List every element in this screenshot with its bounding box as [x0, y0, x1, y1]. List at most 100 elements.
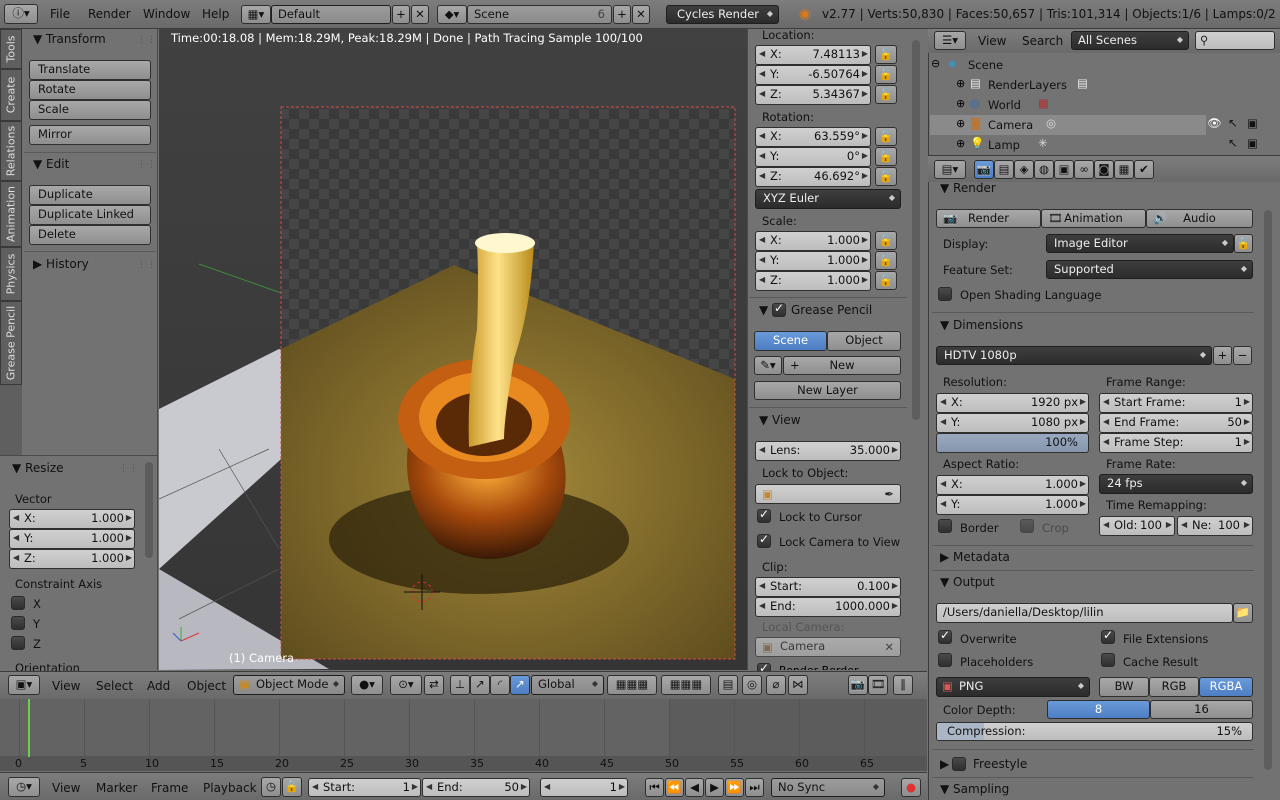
- mirror-button[interactable]: Mirror: [29, 125, 151, 145]
- rotation-y-field[interactable]: ◀ Y: 0° ▶: [755, 147, 871, 167]
- resolution-x-field[interactable]: ◀ X: 1920 px ▶: [936, 393, 1089, 413]
- layer-lock-icon[interactable]: ▤: [718, 675, 738, 695]
- local-camera-field[interactable]: ▣ Camera ✕: [755, 637, 901, 657]
- location-y-field[interactable]: ◀ Y: -6.50764 ▶: [755, 65, 871, 85]
- timeline-menu-frame[interactable]: Frame: [151, 781, 188, 795]
- constraint-x-checkbox[interactable]: [11, 596, 25, 610]
- opengl-render-icon[interactable]: 📷: [848, 675, 868, 695]
- outliner-search-input[interactable]: ⚲: [1195, 31, 1275, 50]
- interaction-mode-select[interactable]: ▣ Object Mode ◆: [233, 675, 345, 695]
- pivot-point-select[interactable]: ⊙▾: [390, 675, 422, 695]
- outliner-item-lamp[interactable]: Lamp: [988, 138, 1020, 152]
- outliner-menu-search[interactable]: Search: [1022, 34, 1063, 48]
- outliner-menu-view[interactable]: View: [978, 34, 1006, 48]
- view3d-editor-type-menu[interactable]: ▣▾: [8, 675, 40, 695]
- tree-expand-icon[interactable]: ⊕: [956, 97, 965, 110]
- scene-name-field[interactable]: Scene 6: [467, 5, 612, 24]
- jump-end-icon[interactable]: ⏭: [745, 778, 764, 797]
- proportional-edit-icon[interactable]: ◎: [742, 675, 762, 695]
- scale-manipulator-icon[interactable]: ◜: [490, 675, 510, 695]
- current-frame-indicator[interactable]: [28, 699, 30, 757]
- compression-slider[interactable]: Compression: 15%: [936, 722, 1253, 741]
- freestyle-checkbox[interactable]: [952, 757, 966, 771]
- animation-button[interactable]: 🎞 Animation: [1041, 209, 1146, 228]
- jump-keyframe-forward-icon[interactable]: ⏩: [725, 778, 744, 797]
- outliner-editor-type-menu[interactable]: ☰▾: [934, 31, 966, 50]
- timeline-start-field[interactable]: ◀ Start: 1 ▶: [308, 778, 421, 797]
- panel-grease-pencil-header[interactable]: ▼: [759, 303, 768, 317]
- delete-button[interactable]: Delete: [29, 225, 151, 245]
- border-checkbox[interactable]: [938, 519, 952, 533]
- panel-edit-header[interactable]: ▼ Edit: [33, 157, 69, 171]
- layout-name-field[interactable]: Default: [271, 5, 391, 24]
- folder-icon[interactable]: 📁: [1233, 603, 1253, 623]
- operator-scrollbar[interactable]: [145, 462, 153, 558]
- render-camera-icon[interactable]: ▣: [1247, 136, 1258, 150]
- color-mode-rgb[interactable]: RGB: [1149, 677, 1199, 697]
- render-camera-icon[interactable]: ▣: [1247, 116, 1258, 130]
- properties-editor-type-menu[interactable]: ▤▾: [934, 160, 966, 179]
- current-frame-field[interactable]: ◀ 1 ▶: [540, 778, 628, 797]
- render-button[interactable]: 📷 Render: [936, 209, 1041, 228]
- scale-x-field[interactable]: ◀ X: 1.000 ▶: [755, 231, 871, 251]
- dimensions-preset-select[interactable]: HDTV 1080p ◆: [936, 346, 1212, 365]
- outliner-filter-select[interactable]: All Scenes ◆: [1071, 31, 1189, 50]
- scene-layers-grid[interactable]: ▦▦▦: [607, 675, 657, 695]
- view3d-menu-select[interactable]: Select: [96, 679, 133, 693]
- frame-rate-select[interactable]: 24 fps ◆: [1099, 474, 1253, 494]
- location-z-field[interactable]: ◀ Z: 5.34367 ▶: [755, 85, 871, 105]
- lock-icon[interactable]: 🔓: [875, 127, 897, 146]
- tree-expand-icon[interactable]: ⊕: [956, 117, 965, 130]
- rotation-x-field[interactable]: ◀ X: 63.559° ▶: [755, 127, 871, 147]
- preview-range-icon[interactable]: ◷: [261, 777, 281, 797]
- timeline-menu-view[interactable]: View: [52, 781, 80, 795]
- editor-type-menu[interactable]: ⓘ▾: [4, 4, 38, 24]
- lock-icon[interactable]: 🔓: [875, 85, 897, 104]
- scene-tab-icon[interactable]: ◈: [1014, 160, 1034, 179]
- 3d-viewport[interactable]: Time:00:18.08 | Mem:18.29M, Peak:18.29M …: [159, 29, 747, 670]
- tree-expand-icon[interactable]: ⊕: [956, 77, 965, 90]
- start-frame-field[interactable]: ◀ Start Frame: 1 ▶: [1099, 393, 1253, 413]
- color-mode-rgba[interactable]: RGBA: [1199, 677, 1253, 697]
- location-x-field[interactable]: ◀ X: 7.48113 ▶: [755, 45, 871, 65]
- output-path-input[interactable]: /Users/daniella/Desktop/lilin: [936, 603, 1233, 623]
- tab-create[interactable]: Create: [0, 69, 22, 121]
- panel-view-header[interactable]: ▼ View: [759, 413, 801, 427]
- jump-keyframe-back-icon[interactable]: ⏪: [665, 778, 684, 797]
- render-engine-select[interactable]: Cycles Render ◆: [666, 5, 779, 24]
- opengl-render-anim-icon[interactable]: 🎞: [868, 675, 888, 695]
- color-depth-8[interactable]: 8: [1047, 700, 1150, 719]
- outliner-item-world[interactable]: World: [988, 98, 1021, 112]
- scene-layers-grid-2[interactable]: ▦▦▦: [661, 675, 711, 695]
- lock-icon[interactable]: 🔒: [282, 777, 302, 797]
- scale-button[interactable]: Scale: [29, 100, 151, 120]
- play-icon[interactable]: ▶: [705, 778, 724, 797]
- time-remap-old-field[interactable]: ◀ Old: 100 ▶: [1099, 516, 1175, 536]
- snap-element-icon[interactable]: ⋈: [788, 675, 808, 695]
- view3d-menu-view[interactable]: View: [52, 679, 80, 693]
- constraint-y-checkbox[interactable]: [11, 616, 25, 630]
- outliner-item-camera[interactable]: Camera: [988, 118, 1033, 132]
- panel-metadata-header[interactable]: ▶ Metadata: [940, 550, 1010, 564]
- scene-remove-button[interactable]: ✕: [632, 5, 650, 24]
- data-tab-icon[interactable]: ◙: [1094, 160, 1114, 179]
- file-extensions-checkbox[interactable]: [1101, 628, 1115, 644]
- menu-file[interactable]: File: [50, 7, 70, 21]
- duplicate-linked-button[interactable]: Duplicate Linked: [29, 205, 151, 225]
- constraint-z-checkbox[interactable]: [11, 636, 25, 650]
- rotate-button[interactable]: Rotate: [29, 80, 151, 100]
- layout-browse-button[interactable]: ▦▾: [241, 5, 271, 24]
- render-layers-tab-icon[interactable]: ▤: [994, 160, 1014, 179]
- resolution-percentage-slider[interactable]: 100%: [936, 433, 1089, 453]
- display-select[interactable]: Image Editor ◆: [1046, 234, 1234, 253]
- timeline-editor-type-menu[interactable]: ◷▾: [8, 777, 40, 797]
- snap-icon[interactable]: ⌀: [766, 675, 786, 695]
- world-tab-icon[interactable]: ◍: [1034, 160, 1054, 179]
- timeline-menu-marker[interactable]: Marker: [96, 781, 137, 795]
- play-reverse-icon[interactable]: ◀: [685, 778, 704, 797]
- vector-z-field[interactable]: ◀ Z: 1.000 ▶: [9, 549, 135, 569]
- osl-checkbox[interactable]: [938, 287, 952, 301]
- gp-scene-toggle[interactable]: Scene: [754, 331, 827, 351]
- texture-tab-icon[interactable]: ▦: [1114, 160, 1134, 179]
- lock-icon[interactable]: 🔓: [875, 231, 897, 250]
